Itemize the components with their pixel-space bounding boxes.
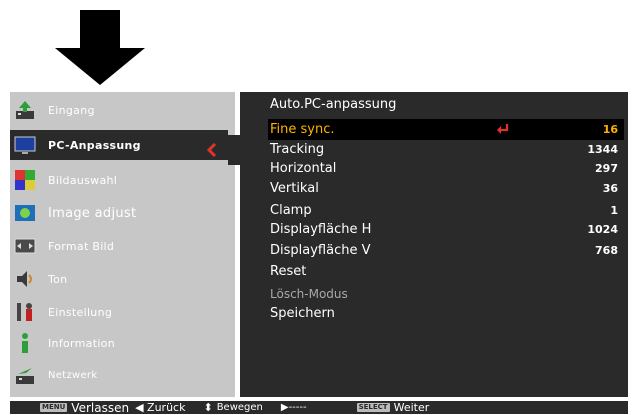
enter-icon <box>497 124 509 134</box>
menu-item-image-adjust[interactable]: Image adjust <box>10 198 235 228</box>
submenu-panel: Auto.PC-anpassung Fine sync. 16 Tracking… <box>240 92 628 397</box>
row-value: 16 <box>602 123 618 136</box>
row-value: 768 <box>595 244 618 257</box>
menu-item-label: Ton <box>48 272 68 286</box>
row-label: Tracking <box>270 142 325 157</box>
image-adjust-icon <box>15 205 35 221</box>
menu-item-label: Format Bild <box>48 239 115 253</box>
menu-item-label: PC-Anpassung <box>48 138 141 152</box>
row-displayflaeche-v[interactable]: Displayfläche V 768 <box>268 240 624 261</box>
menu-item-pc-anpassung[interactable]: PC-Anpassung <box>10 130 228 160</box>
next-label: Weiter <box>393 401 430 414</box>
speaker-icon <box>17 271 32 287</box>
monitor-icon <box>14 136 36 154</box>
row-tracking[interactable]: Tracking 1344 <box>268 139 624 160</box>
menu-item-bildauswahl[interactable]: Bildauswahl <box>10 165 235 195</box>
row-label: Reset <box>270 264 307 279</box>
chevron-left-icon <box>207 143 217 157</box>
menu-button-icon: MENU <box>40 403 68 412</box>
row-label: Clamp <box>270 203 312 218</box>
input-icon <box>16 101 34 119</box>
down-arrow-icon <box>55 10 145 85</box>
menu-item-label: Eingang <box>48 103 95 117</box>
row-value: 1024 <box>587 223 618 236</box>
information-icon <box>22 333 28 353</box>
menu-item-label: Information <box>48 336 115 350</box>
row-label: Displayfläche V <box>270 243 371 258</box>
exit-label: Verlassen <box>71 400 130 415</box>
menu-item-label: Bildauswahl <box>48 173 118 187</box>
screen-format-icon <box>14 238 36 254</box>
row-value: 36 <box>602 182 618 195</box>
row-label: Fine sync. <box>270 122 335 137</box>
move-label: Bewegen <box>216 402 263 413</box>
network-icon <box>16 368 34 384</box>
row-value: 1 <box>610 204 618 217</box>
main-menu: Eingang PC-Anpassung Bildauswahl Image a… <box>10 92 235 397</box>
active-tab-connector <box>228 135 240 165</box>
row-reset[interactable]: Reset <box>268 261 624 282</box>
row-label: Lösch-Modus <box>270 286 348 301</box>
row-label: Displayfläche H <box>270 222 372 237</box>
row-label: Horizontal <box>270 161 337 176</box>
menu-item-label: Netzwerk <box>48 369 98 381</box>
row-label: Speichern <box>270 306 335 321</box>
menu-item-label: Image adjust <box>48 205 137 221</box>
row-speichern[interactable]: Speichern <box>268 303 624 324</box>
submenu-title[interactable]: Auto.PC-anpassung <box>270 97 396 112</box>
row-horizontal[interactable]: Horizontal 297 <box>268 158 624 179</box>
menu-item-netzwerk[interactable]: Netzwerk <box>10 360 235 390</box>
menu-item-ton[interactable]: Ton <box>10 264 235 294</box>
menu-item-information[interactable]: Information <box>10 328 235 358</box>
guide-bar: MENU Verlassen ◀ Zurück ⬍ Bewegen ▶-----… <box>10 400 628 415</box>
menu-item-label: Einstellung <box>48 305 113 319</box>
row-loesch-modus: Lösch-Modus <box>268 283 624 304</box>
row-label: Vertikal <box>270 181 319 196</box>
right-label: ▶----- <box>280 402 307 413</box>
image-select-icon <box>15 170 35 190</box>
row-vertikal[interactable]: Vertikal 36 <box>268 178 624 199</box>
settings-icon <box>17 303 32 321</box>
menu-item-eingang[interactable]: Eingang <box>10 95 235 125</box>
row-displayflaeche-h[interactable]: Displayfläche H 1024 <box>268 219 624 240</box>
row-clamp[interactable]: Clamp 1 <box>268 200 624 221</box>
select-button-icon: SELECT <box>356 403 390 412</box>
row-fine-sync[interactable]: Fine sync. 16 <box>268 119 624 140</box>
row-value: 1344 <box>587 143 618 156</box>
back-label: ◀ Zurück <box>135 401 186 414</box>
updown-icon: ⬍ <box>203 401 213 414</box>
row-value: 297 <box>595 162 618 175</box>
menu-item-format-bild[interactable]: Format Bild <box>10 231 235 261</box>
menu-item-einstellung[interactable]: Einstellung <box>10 297 235 327</box>
